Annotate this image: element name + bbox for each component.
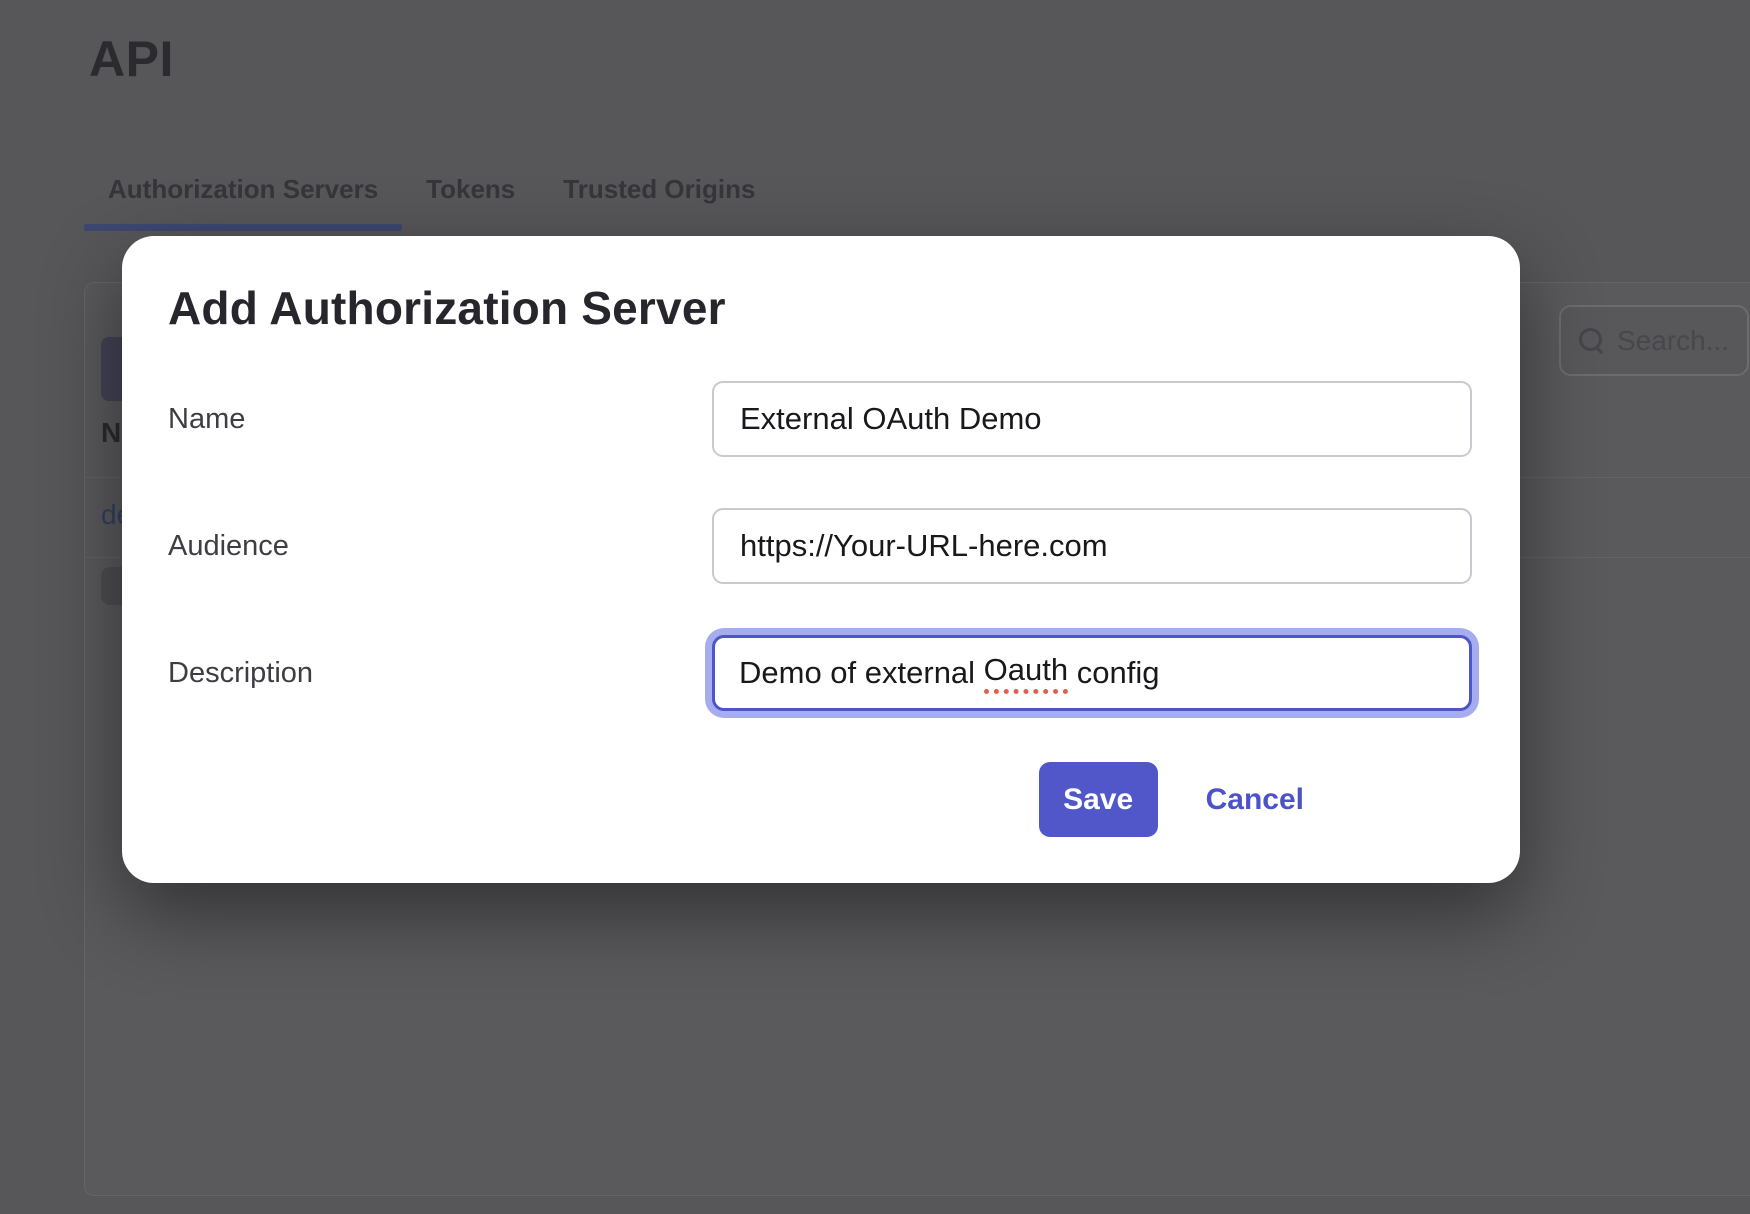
search-placeholder: Search... [1617, 325, 1729, 357]
modal-actions: Save Cancel [1039, 762, 1304, 837]
save-button[interactable]: Save [1039, 762, 1158, 837]
screen: API Authorization Servers Tokens Trusted… [0, 0, 1750, 1214]
modal-title: Add Authorization Server [168, 281, 726, 335]
description-field-row: Description Demo of external Oauth confi… [168, 635, 1472, 711]
tab-trusted-origins[interactable]: Trusted Origins [539, 160, 779, 231]
page-title: API [89, 30, 174, 88]
description-text-misspelled-word: Oauth [984, 652, 1068, 694]
search-box[interactable]: Search... [1559, 305, 1749, 376]
description-text-before: Demo of external [739, 655, 984, 691]
description-label: Description [168, 657, 712, 690]
description-input[interactable]: Demo of external Oauth config [712, 635, 1472, 711]
tab-authorization-servers[interactable]: Authorization Servers [84, 160, 402, 231]
add-authorization-server-modal: Add Authorization Server Name Audience D… [122, 236, 1520, 883]
tab-label: Trusted Origins [563, 174, 755, 204]
audience-input[interactable] [712, 508, 1472, 584]
audience-label: Audience [168, 530, 712, 563]
tab-tokens[interactable]: Tokens [402, 160, 539, 231]
tab-label: Tokens [426, 174, 515, 204]
audience-field-row: Audience [168, 508, 1472, 584]
tab-label: Authorization Servers [108, 174, 378, 204]
tab-bar: Authorization Servers Tokens Trusted Ori… [84, 160, 779, 231]
name-field-row: Name [168, 381, 1472, 457]
description-text-after: config [1068, 655, 1159, 691]
name-label: Name [168, 403, 712, 436]
name-input[interactable] [712, 381, 1472, 457]
search-icon [1579, 328, 1605, 354]
cancel-button[interactable]: Cancel [1206, 783, 1304, 817]
